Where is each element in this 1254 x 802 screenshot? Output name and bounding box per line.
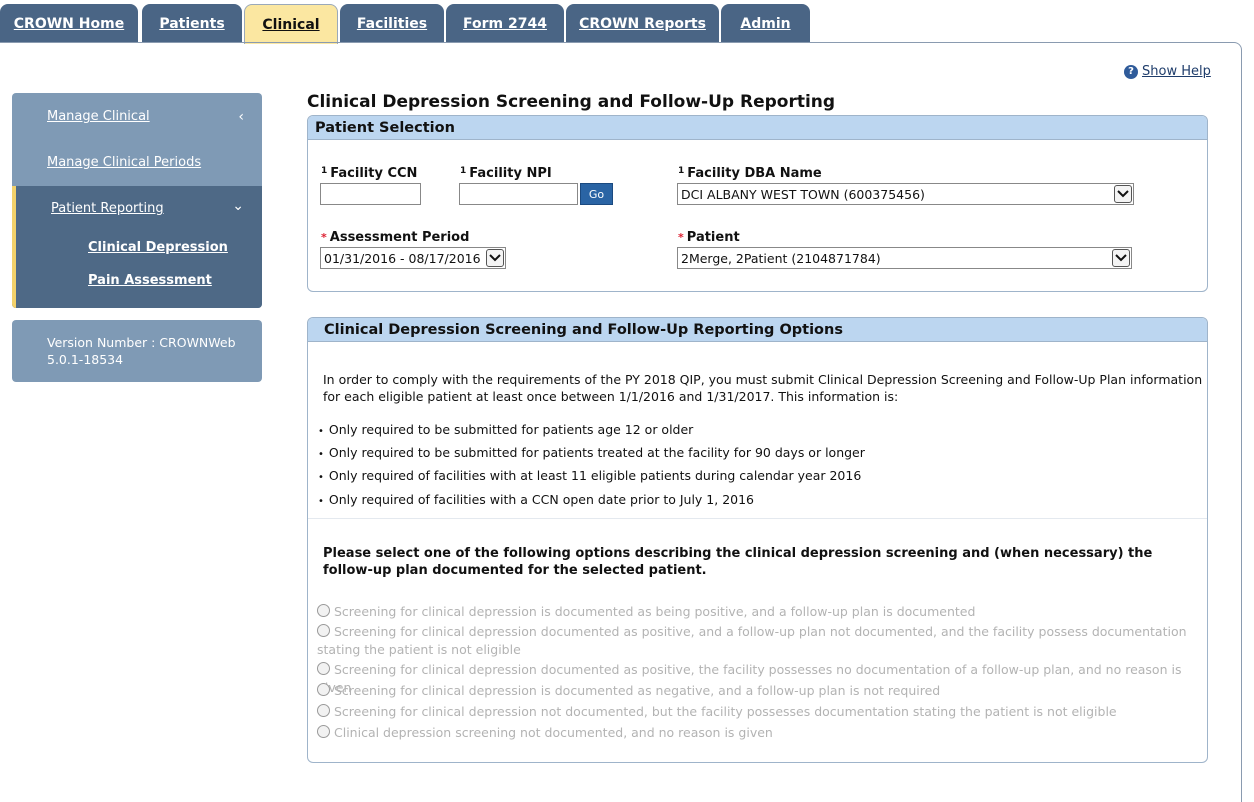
reporting-options-panel: Clinical Depression Screening and Follow…: [307, 317, 1208, 763]
tab-admin[interactable]: Admin: [721, 4, 810, 43]
instruction-text: Please select one of the following optio…: [323, 546, 1153, 578]
footnote-marker: 1: [460, 166, 467, 176]
radio-button-icon[interactable]: [317, 624, 330, 637]
facility-dba-value: DCI ALBANY WEST TOWN (600375456): [681, 186, 925, 202]
bullet-icon: •: [318, 496, 324, 507]
option-radio[interactable]: Screening for clinical depression docume…: [317, 623, 1202, 659]
footnote-marker: 1: [678, 166, 685, 176]
patient-select[interactable]: 2Merge, 2Patient (2104871784): [677, 247, 1132, 269]
sidebar-item-pain-assessment[interactable]: Pain Assessment: [88, 273, 212, 288]
option-label: Screening for clinical depression docume…: [317, 624, 1187, 657]
chevron-down-icon: [486, 249, 504, 267]
radio-button-icon[interactable]: [317, 683, 330, 696]
tab-clinical[interactable]: Clinical: [244, 4, 338, 44]
facility-ccn-label-text: Facility CCN: [330, 166, 418, 181]
option-label: Screening for clinical depression is doc…: [334, 604, 976, 619]
go-button[interactable]: Go: [580, 183, 613, 205]
list-item-text: Only required of facilities with at leas…: [328, 468, 862, 483]
facility-npi-input[interactable]: [459, 183, 578, 205]
radio-button-icon[interactable]: [317, 704, 330, 717]
radio-button-icon[interactable]: [317, 725, 330, 738]
sidebar-item-label: Manage Clinical: [47, 109, 150, 124]
tab-form-2744[interactable]: Form 2744: [446, 4, 564, 43]
facility-ccn-input[interactable]: [320, 183, 421, 205]
show-help-label: Show Help: [1142, 64, 1211, 79]
tab-crown-home[interactable]: CROWN Home: [0, 4, 138, 43]
list-item-text: Only required to be submitted for patien…: [328, 422, 694, 437]
help-question-icon: ?: [1124, 64, 1138, 79]
sidebar-item-label: Manage Clinical Periods: [47, 155, 202, 170]
facility-dba-select[interactable]: DCI ALBANY WEST TOWN (600375456): [677, 183, 1134, 205]
required-marker: *: [321, 231, 327, 244]
chevron-down-icon: [1112, 249, 1130, 267]
footnote-marker: 1: [321, 166, 328, 176]
facility-ccn-label: 1 Facility CCN: [321, 166, 417, 181]
facility-npi-label: 1 Facility NPI: [460, 166, 552, 181]
patient-selection-heading: Patient Selection: [308, 116, 1207, 140]
main-tab-bar: CROWN Home Patients Clinical Facilities …: [0, 0, 1254, 44]
list-item: • Only required of facilities with a CCN …: [318, 492, 754, 507]
chevron-down-icon: ⌄: [232, 198, 244, 214]
reporting-options-heading: Clinical Depression Screening and Follow…: [308, 318, 1207, 342]
list-item: • Only required to be submitted for patie…: [318, 422, 693, 437]
tab-patients[interactable]: Patients: [142, 4, 242, 43]
radio-button-icon[interactable]: [317, 604, 330, 617]
option-label: Screening for clinical depression not do…: [334, 704, 1117, 719]
sidebar-group-patient-reporting: Patient Reporting ⌄ Clinical Depression …: [12, 186, 262, 308]
list-item-text: Only required to be submitted for patien…: [328, 445, 865, 460]
list-item-text: Only required of facilities with a CCN o…: [328, 492, 755, 507]
assessment-period-label: * Assessment Period: [321, 230, 469, 245]
patient-label: * Patient: [678, 230, 740, 245]
sidebar-item-patient-reporting[interactable]: Patient Reporting: [51, 201, 164, 216]
chevron-left-icon: ‹: [238, 108, 244, 125]
tab-facilities[interactable]: Facilities: [340, 4, 444, 43]
page-title: Clinical Depression Screening and Follow…: [307, 92, 836, 112]
sidebar-nav: Manage Clinical ‹ Manage Clinical Period…: [12, 93, 262, 308]
bullet-icon: •: [318, 472, 324, 483]
list-item: • Only required of facilities with at lea…: [318, 468, 861, 483]
option-label: Clinical depression screening not docume…: [334, 725, 773, 740]
assessment-period-label-text: Assessment Period: [329, 230, 470, 245]
tab-crown-reports[interactable]: CROWN Reports: [566, 4, 719, 43]
radio-button-icon[interactable]: [317, 662, 330, 675]
show-help-link[interactable]: ? Show Help: [1124, 64, 1211, 79]
option-radio[interactable]: Screening for clinical depression is doc…: [317, 682, 1202, 700]
bullet-icon: •: [318, 449, 324, 460]
list-item: • Only required to be submitted for patie…: [318, 445, 865, 460]
section-divider: [308, 518, 1207, 519]
chevron-down-icon: [1114, 185, 1132, 203]
sidebar-item-clinical-depression[interactable]: Clinical Depression: [88, 240, 228, 255]
option-radio[interactable]: Screening for clinical depression not do…: [317, 703, 1202, 721]
sidebar-item-manage-clinical[interactable]: Manage Clinical ‹: [12, 93, 262, 140]
version-number: Version Number : CROWNWeb 5.0.1-18534: [12, 320, 262, 382]
option-radio[interactable]: Clinical depression screening not docume…: [317, 724, 1202, 742]
bullet-icon: •: [318, 426, 324, 437]
intro-text: In order to comply with the requirements…: [323, 372, 1203, 404]
facility-dba-label-text: Facility DBA Name: [687, 166, 822, 181]
assessment-period-value: 01/31/2016 - 08/17/2016: [324, 250, 481, 266]
option-radio[interactable]: Screening for clinical depression is doc…: [317, 603, 1202, 621]
sidebar-item-manage-clinical-periods[interactable]: Manage Clinical Periods: [12, 139, 262, 186]
patient-value: 2Merge, 2Patient (2104871784): [681, 250, 881, 266]
patient-label-text: Patient: [686, 230, 740, 245]
required-marker: *: [678, 231, 684, 244]
option-label: Screening for clinical depression is doc…: [334, 683, 941, 698]
patient-selection-panel: Patient Selection 1 Facility CCN 1 Facilit…: [307, 115, 1208, 292]
facility-npi-label-text: Facility NPI: [469, 166, 552, 181]
assessment-period-select[interactable]: 01/31/2016 - 08/17/2016: [320, 247, 506, 269]
facility-dba-label: 1 Facility DBA Name: [678, 166, 822, 181]
